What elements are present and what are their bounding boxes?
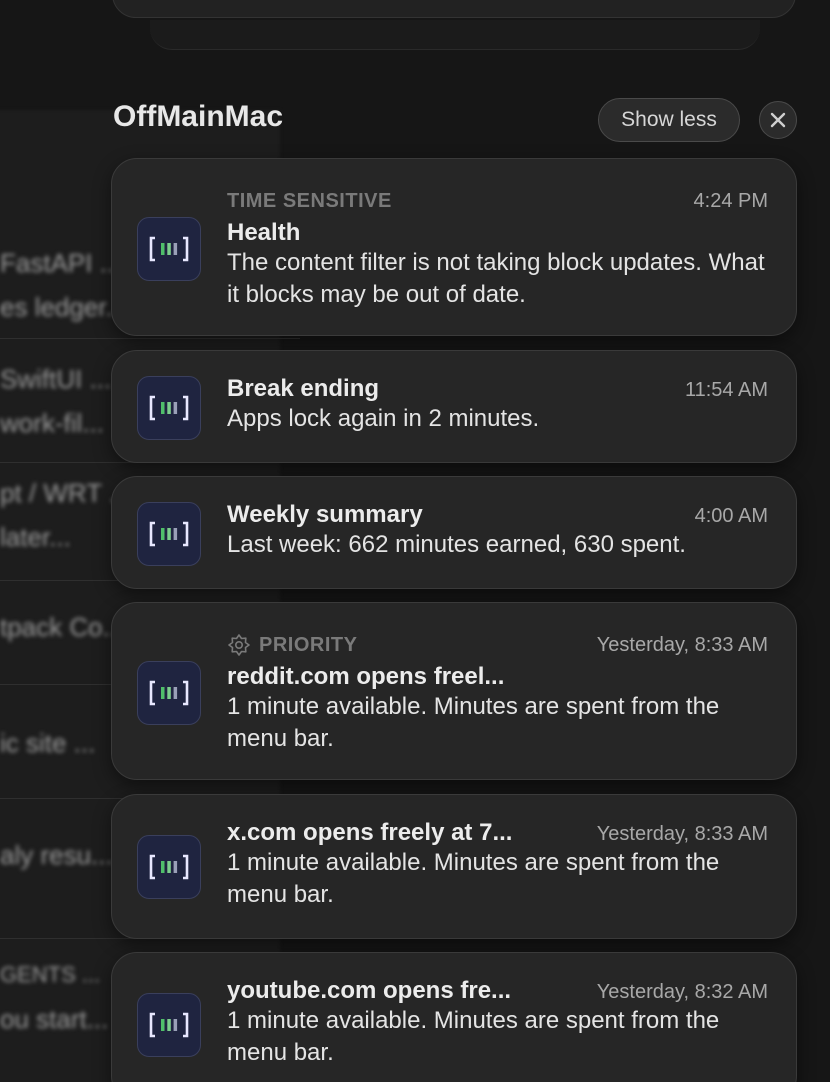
notification-time: Yesterday, 8:33 AM (596, 823, 768, 845)
notification-card[interactable]: TIME SENSITIVE 4:24 PM Health The conten… (111, 158, 797, 336)
background-text: es ledger... (0, 292, 128, 322)
app-icon (137, 376, 201, 440)
background-text: later... (0, 522, 71, 552)
notification-card[interactable]: x.com opens freely at 7... Yesterday, 8:… (111, 794, 797, 939)
background-text: GENTS ... (0, 962, 101, 987)
time-sensitive-label: TIME SENSITIVE (227, 189, 392, 212)
background-text: work-fil... (0, 408, 104, 438)
app-logo-icon (149, 521, 189, 547)
notification-group-title: OffMainMac (113, 100, 284, 133)
notification-time: 11:54 AM (684, 379, 768, 401)
app-icon (137, 993, 201, 1057)
app-logo-icon (149, 854, 189, 880)
notification-card[interactable]: Break ending 11:54 AM Apps lock again in… (111, 350, 797, 463)
app-logo-icon (149, 680, 189, 706)
notification-card[interactable]: Weekly summary 4:00 AM Last week: 662 mi… (111, 476, 797, 589)
notification-body: Last week: 662 minutes earned, 630 spent… (227, 531, 686, 558)
app-icon (137, 217, 201, 281)
app-logo-icon (149, 1012, 189, 1038)
background-text: ou start... (0, 1004, 109, 1034)
notification-body: 1 minute available. Minutes are spent fr… (227, 1007, 720, 1066)
background-text: aly resu... (0, 840, 113, 870)
notification-time: Yesterday, 8:32 AM (596, 981, 768, 1003)
priority-icon (228, 634, 250, 656)
notification-card[interactable]: PRIORITY Yesterday, 8:33 AM reddit.com o… (111, 602, 797, 780)
background-text: SwiftUI ... (0, 364, 112, 394)
priority-label: PRIORITY (259, 633, 358, 656)
previous-notification-card[interactable] (112, 0, 796, 18)
app-logo-icon (149, 236, 189, 262)
previous-notification-stack (150, 20, 760, 50)
background-text: FastAPI ... (0, 248, 122, 278)
notification-body: 1 minute available. Minutes are spent fr… (227, 693, 720, 752)
background-text: ic site ... (0, 728, 96, 758)
show-less-button[interactable]: Show less (598, 98, 740, 142)
app-icon (137, 661, 201, 725)
notification-title: Weekly summary (227, 501, 423, 528)
notification-card[interactable]: youtube.com opens fre... Yesterday, 8:32… (111, 952, 797, 1082)
notification-time: Yesterday, 8:33 AM (596, 633, 768, 656)
notification-title: Health (227, 219, 301, 246)
notification-body: 1 minute available. Minutes are spent fr… (227, 849, 720, 908)
clear-group-button[interactable] (759, 101, 797, 139)
notification-title: Break ending (227, 375, 380, 402)
notification-time: 4:00 AM (694, 505, 768, 527)
notification-title: x.com opens freely at 7... (227, 819, 513, 846)
notification-title: youtube.com opens fre... (227, 977, 512, 1004)
notification-body: Apps lock again in 2 minutes. (227, 405, 540, 432)
close-icon (770, 112, 786, 128)
background-text: tpack Co... (0, 612, 125, 642)
background-divider (0, 338, 300, 339)
app-icon (137, 835, 201, 899)
app-logo-icon (149, 395, 189, 421)
app-icon (137, 502, 201, 566)
notification-time: 4:24 PM (693, 189, 768, 212)
notification-title: reddit.com opens freel... (227, 663, 505, 690)
notification-body: The content filter is not taking block u… (227, 249, 765, 308)
